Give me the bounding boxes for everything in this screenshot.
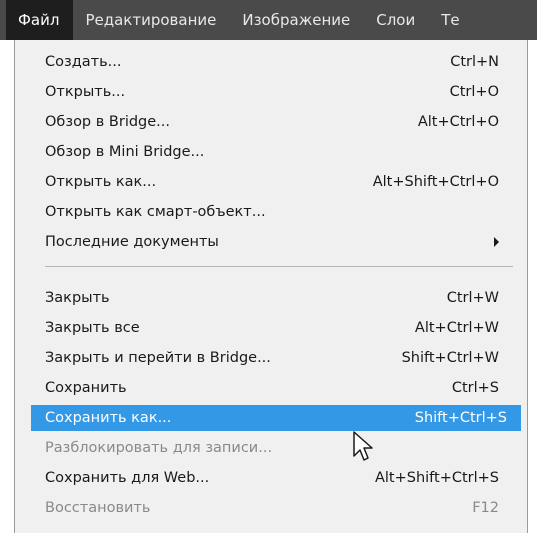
menu-edit[interactable]: Редактирование — [73, 0, 230, 40]
menu-layers[interactable]: Слои — [364, 0, 429, 40]
menu-item-label: Открыть как смарт-объект... — [45, 204, 266, 220]
menu-item-shortcut: Ctrl+S — [451, 380, 499, 396]
menu-item-label: Закрыть и перейти в Bridge... — [45, 350, 271, 366]
menu-item-new[interactable]: Создать... Ctrl+N — [31, 49, 513, 75]
menu-item-unlock-for-writing: Разблокировать для записи... — [31, 435, 513, 461]
menu-item-label: Последние документы — [45, 234, 219, 250]
menu-item-browse-mini-bridge[interactable]: Обзор в Mini Bridge... — [31, 139, 513, 165]
menu-item-label: Открыть... — [45, 84, 126, 100]
file-dropdown-menu: Создать... Ctrl+N Открыть... Ctrl+O Обзо… — [14, 40, 528, 533]
menu-item-shortcut: Alt+Ctrl+O — [417, 114, 499, 130]
menu-item-shortcut: Alt+Shift+Ctrl+O — [372, 174, 499, 190]
menu-item-close[interactable]: Закрыть Ctrl+W — [31, 285, 513, 311]
menu-item-recent-documents[interactable]: Последние документы — [31, 229, 513, 255]
menu-image[interactable]: Изображение — [230, 0, 364, 40]
menu-item-close-all[interactable]: Закрыть все Alt+Ctrl+W — [31, 315, 513, 341]
menu-item-shortcut: Alt+Shift+Ctrl+S — [374, 470, 499, 486]
menu-item-open[interactable]: Открыть... Ctrl+O — [31, 79, 513, 105]
menu-type[interactable]: Те — [429, 0, 473, 40]
mouse-pointer-icon — [353, 431, 373, 461]
menu-item-shortcut: Ctrl+O — [449, 84, 499, 100]
menu-item-save-for-web[interactable]: Сохранить для Web... Alt+Shift+Ctrl+S — [31, 465, 513, 491]
menu-item-open-as[interactable]: Открыть как... Alt+Shift+Ctrl+O — [31, 169, 513, 195]
menu-item-revert: Восстановить F12 — [31, 495, 513, 521]
submenu-arrow-icon — [494, 237, 499, 247]
menu-item-label: Обзор в Mini Bridge... — [45, 144, 205, 160]
menu-item-shortcut: Alt+Ctrl+W — [414, 320, 499, 336]
menu-item-shortcut: Ctrl+W — [446, 290, 499, 306]
menu-item-label: Восстановить — [45, 500, 151, 516]
menu-file[interactable]: Файл — [6, 0, 74, 40]
menu-item-shortcut: Shift+Ctrl+W — [401, 350, 499, 366]
menu-item-label: Создать... — [45, 54, 122, 70]
menu-item-shortcut: F12 — [472, 500, 499, 516]
menu-item-label: Открыть как... — [45, 174, 157, 190]
menu-item-label: Закрыть все — [45, 320, 140, 336]
menu-item-close-go-bridge[interactable]: Закрыть и перейти в Bridge... Shift+Ctrl… — [31, 345, 513, 371]
menu-separator — [45, 266, 513, 267]
menu-bar: Файл Редактирование Изображение Слои Те — [0, 0, 537, 40]
menu-item-save[interactable]: Сохранить Ctrl+S — [31, 375, 513, 401]
menu-item-shortcut: Shift+Ctrl+S — [414, 410, 507, 426]
menu-item-label: Закрыть — [45, 290, 110, 306]
menu-item-label: Обзор в Bridge... — [45, 114, 170, 130]
menu-item-open-smart-object[interactable]: Открыть как смарт-объект... — [31, 199, 513, 225]
menu-item-label: Сохранить как... — [45, 410, 172, 426]
menu-item-label: Сохранить — [45, 380, 127, 396]
menu-item-save-as[interactable]: Сохранить как... Shift+Ctrl+S — [31, 405, 521, 431]
menu-item-browse-bridge[interactable]: Обзор в Bridge... Alt+Ctrl+O — [31, 109, 513, 135]
menu-item-label: Сохранить для Web... — [45, 470, 210, 486]
menu-item-shortcut: Ctrl+N — [450, 54, 499, 70]
menu-item-label: Разблокировать для записи... — [45, 440, 273, 456]
